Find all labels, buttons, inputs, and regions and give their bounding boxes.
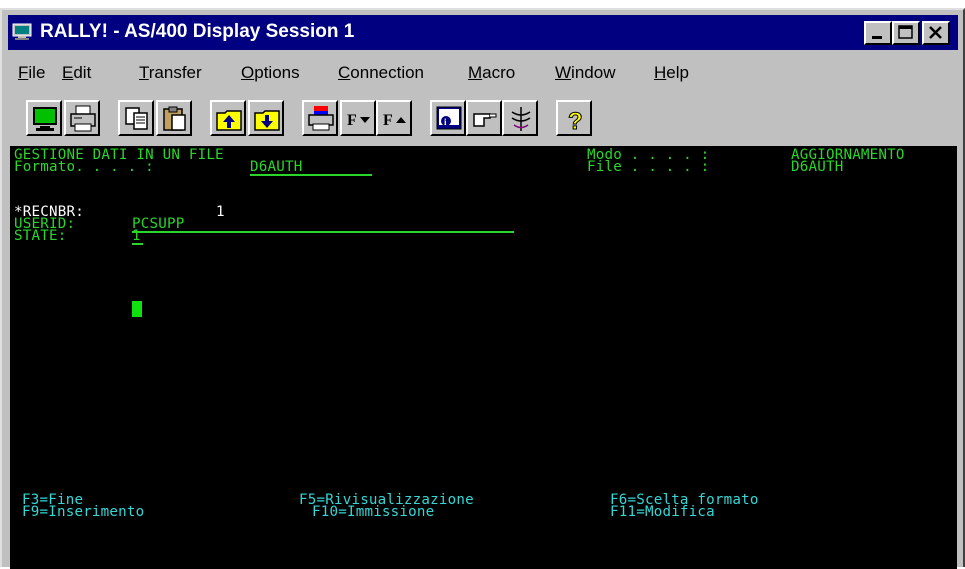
menu-window[interactable]: Window [555,62,615,84]
help-icon: ? [568,108,584,135]
fkey-f10[interactable]: F10=Immissione [312,505,434,519]
menu-options[interactable]: Options [241,62,300,84]
copy-button[interactable] [118,100,154,136]
svg-text:?: ? [568,108,583,134]
menu-help[interactable]: Help [654,62,689,84]
printer-icon [70,105,96,132]
minimize-button[interactable] [864,21,892,45]
upload-icon [216,110,242,131]
menu-file-rest: ile [28,63,46,82]
menu-macro[interactable]: Macro [468,62,515,84]
file-label: File . . . . : [587,159,710,175]
hand-pointer-button[interactable] [466,100,502,136]
print-screen-button[interactable] [302,100,338,136]
maximize-button[interactable] [892,21,920,45]
paste-button[interactable] [156,100,192,136]
state-field[interactable]: 1 [132,229,143,245]
hand-pointer-icon [473,113,497,127]
download-button[interactable] [248,100,284,136]
font-decrease-icon: F [347,112,370,129]
display-icon [33,107,57,131]
maximize-icon [898,25,913,39]
graph-button[interactable] [502,100,538,136]
menu-file[interactable]: File [18,62,45,84]
minimize-icon [872,36,882,39]
close-button[interactable] [922,21,950,45]
font-increase-button[interactable]: F [376,100,412,136]
svg-text:F: F [383,112,393,129]
text-cursor [132,301,142,317]
info-icon: i [436,106,462,130]
upload-button[interactable] [210,100,246,136]
formato-value: D6AUTH [250,160,372,176]
fkey-f11[interactable]: F11=Modifica [610,505,715,519]
menu-bar: File Edit Transfer Options Connection Ma… [8,57,958,89]
state-label: STATE: [14,228,67,244]
download-icon [254,110,280,131]
print-screen-icon [308,106,334,131]
toolbar: F F i ? [8,96,958,142]
copy-icon [125,107,148,130]
terminal-app-icon[interactable] [12,23,32,41]
terminal-screen[interactable]: GESTIONE DATI IN UN FILE Formato. . . . … [10,146,957,569]
file-value: D6AUTH [791,159,844,175]
print-button[interactable] [64,100,100,136]
app-window: RALLY! - AS/400 Display Session 1 File E… [0,8,965,569]
title-bar[interactable]: RALLY! - AS/400 Display Session 1 [8,15,958,50]
window-title: RALLY! - AS/400 Display Session 1 [40,21,355,42]
fkey-f9[interactable]: F9=Inserimento [22,505,144,519]
menu-connection[interactable]: Connection [338,62,424,84]
help-button[interactable]: ? [556,100,592,136]
svg-text:F: F [347,112,357,129]
font-decrease-button[interactable]: F [340,100,376,136]
paste-icon [163,106,186,131]
info-button[interactable]: i [430,100,466,136]
menu-transfer[interactable]: Transfer [139,62,202,84]
userid-field[interactable]: PCSUPP [132,217,514,233]
close-icon [929,26,942,39]
formato-label: Formato. . . . : [14,159,154,175]
graph-icon [511,107,531,131]
menu-edit[interactable]: Edit [62,62,91,84]
display-button[interactable] [26,100,62,136]
font-increase-icon: F [383,112,406,129]
